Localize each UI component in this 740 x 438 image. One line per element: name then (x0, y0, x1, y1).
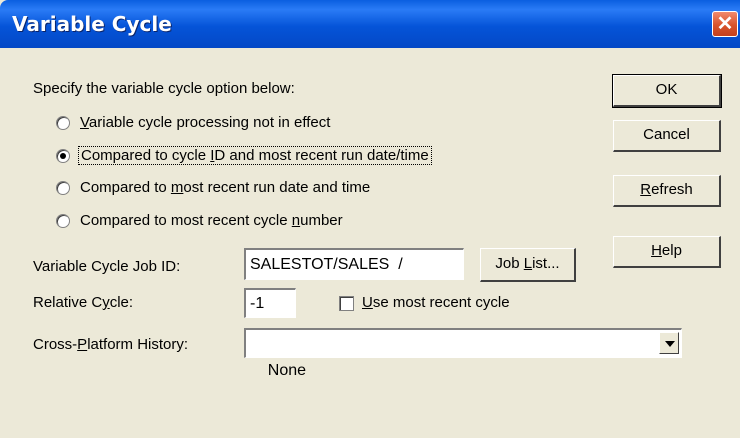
variable-cycle-dialog: Variable Cycle ✕ Specify the variable cy… (0, 0, 740, 379)
relative-cycle-label: Relative Cycle: (33, 294, 134, 311)
ok-button[interactable]: OK (612, 74, 722, 108)
radio-button[interactable] (56, 149, 70, 163)
close-button[interactable]: ✕ (712, 11, 738, 37)
radio-button[interactable] (56, 116, 70, 130)
cross-platform-dropdown[interactable]: None (244, 328, 682, 379)
job-list-button[interactable]: Job List... (480, 248, 576, 282)
radio-label[interactable]: Compared to cycle ID and most recent run… (78, 146, 432, 165)
title-bar[interactable]: Variable Cycle ✕ (0, 0, 740, 48)
chevron-down-icon[interactable] (659, 332, 679, 354)
relative-cycle-input[interactable]: -1 (244, 288, 296, 318)
cross-platform-label: Cross-Platform History: (33, 336, 189, 353)
radio-label[interactable]: Compared to most recent cycle number (80, 212, 343, 229)
checkbox[interactable] (339, 296, 354, 311)
radio-label[interactable]: Compared to most recent run date and tim… (80, 179, 370, 196)
radio-button[interactable] (56, 214, 70, 228)
use-most-recent-label[interactable]: Use most recent cycle (362, 294, 510, 311)
dialog-title: Variable Cycle (12, 12, 172, 36)
radio-label[interactable]: Variable cycle processing not in effect (80, 114, 330, 131)
instruction-text: Specify the variable cycle option below: (33, 80, 295, 97)
help-button[interactable]: Help (613, 236, 721, 268)
job-id-input[interactable]: SALESTOT/SALES / (244, 248, 464, 280)
job-id-label: Variable Cycle Job ID: (33, 258, 181, 275)
refresh-button[interactable]: Refresh (613, 175, 721, 207)
radio-button[interactable] (56, 181, 70, 195)
close-icon: ✕ (716, 13, 734, 35)
cancel-button[interactable]: Cancel (613, 120, 721, 152)
